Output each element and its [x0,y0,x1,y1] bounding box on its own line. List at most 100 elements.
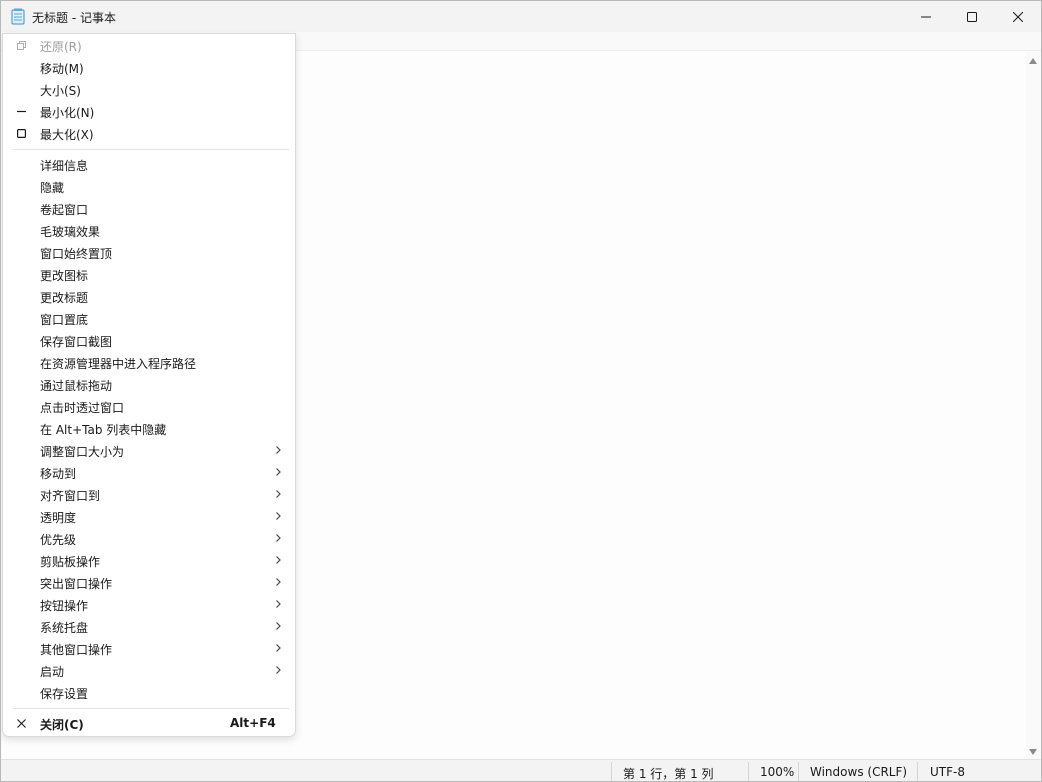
zoom-level[interactable]: 100% [760,765,794,779]
menu-item[interactable]: 突出窗口操作 [3,571,295,593]
chevron-right-icon [276,644,281,652]
restore-icon [15,39,27,51]
menu-item: 还原(R) [3,34,295,56]
vertical-scrollbar[interactable] [1026,51,1041,759]
maximize-button[interactable] [949,1,995,32]
menu-item-label: 调整窗口大小为 [40,445,125,459]
menu-item-label: 关闭(C) [40,718,84,732]
menu-item[interactable]: 点击时透过窗口 [3,395,295,417]
chevron-right-icon [276,468,281,476]
minimize-icon [921,16,931,17]
menu-item[interactable]: 隐藏 [3,175,295,197]
menu-item-label: 在 Alt+Tab 列表中隐藏 [40,423,167,437]
menu-item[interactable]: 保存窗口截图 [3,329,295,351]
close-icon [1013,11,1023,22]
chevron-right-icon [276,446,281,454]
maximize-icon [15,127,27,139]
menu-item-label: 移动(M) [40,62,84,76]
menu-item-label: 保存设置 [40,687,89,701]
menu-item[interactable]: 更改标题 [3,285,295,307]
menu-item-label: 点击时透过窗口 [40,401,125,415]
menu-item[interactable]: 启动 [3,659,295,681]
menu-item[interactable]: 在资源管理器中进入程序路径 [3,351,295,373]
close-button[interactable] [995,1,1041,32]
menu-item-label: 优先级 [40,533,77,547]
status-separator [917,762,918,781]
menu-item[interactable]: 按钮操作 [3,593,295,615]
menu-item-label: 剪贴板操作 [40,555,101,569]
menu-item-shortcut: Alt+F4 [230,716,276,730]
menu-item[interactable]: 最大化(X) [3,122,295,144]
menu-item[interactable]: 保存设置 [3,681,295,703]
status-separator [748,762,749,781]
menu-item[interactable]: 移动到 [3,461,295,483]
menu-item-label: 最小化(N) [40,106,95,120]
menu-separator [13,708,289,709]
menu-item-label: 毛玻璃效果 [40,225,101,239]
chevron-right-icon [276,556,281,564]
menu-item[interactable]: 对齐窗口到 [3,483,295,505]
menu-item-label: 更改标题 [40,291,89,305]
menu-item[interactable]: 透明度 [3,505,295,527]
menu-item[interactable]: 毛玻璃效果 [3,219,295,241]
menu-item-label: 最大化(X) [40,128,94,142]
menu-item-label: 保存窗口截图 [40,335,113,349]
menu-item[interactable]: 更改图标 [3,263,295,285]
title-bar[interactable]: 无标题 - 记事本 [1,1,1041,32]
line-ending[interactable]: Windows (CRLF) [810,765,907,779]
menu-item-label: 通过鼠标拖动 [40,379,113,393]
cursor-position: 第 1 行，第 1 列 [623,767,714,781]
menu-item[interactable]: 移动(M) [3,56,295,78]
maximize-icon [967,11,977,22]
menu-item[interactable]: 系统托盘 [3,615,295,637]
menu-item[interactable]: 大小(S) [3,78,295,100]
notepad-window: 无标题 - 记事本 第 1 行，第 1 列 100% Windows (CRLF… [0,0,1042,782]
menu-item[interactable]: 优先级 [3,527,295,549]
chevron-right-icon [276,578,281,586]
chevron-right-icon [276,490,281,498]
menu-item-label: 在资源管理器中进入程序路径 [40,357,197,371]
chevron-right-icon [276,622,281,630]
notepad-app-icon [11,8,25,25]
minimize-icon [15,105,27,117]
system-menu: 还原(R) 移动(M) 大小(S) 最小化(N) 最大化(X) 详细信息隐藏卷起窗口毛玻璃… [2,33,296,737]
menu-item[interactable]: 在 Alt+Tab 列表中隐藏 [3,417,295,439]
chevron-right-icon [276,600,281,608]
menu-item-label: 系统托盘 [40,621,89,635]
menu-item-label: 透明度 [40,511,77,525]
status-separator [798,762,799,781]
window-title: 无标题 - 记事本 [32,11,116,25]
scroll-down-arrow-icon[interactable] [1029,749,1037,755]
menu-item[interactable]: 调整窗口大小为 [3,439,295,461]
menu-item[interactable]: 窗口始终置顶 [3,241,295,263]
scroll-up-arrow-icon[interactable] [1029,58,1037,64]
minimize-button[interactable] [903,1,949,32]
menu-item-label: 移动到 [40,467,77,481]
menu-item[interactable]: 剪贴板操作 [3,549,295,571]
menu-item-label: 突出窗口操作 [40,577,113,591]
menu-item-label: 窗口始终置顶 [40,247,113,261]
menu-item[interactable]: 通过鼠标拖动 [3,373,295,395]
menu-item[interactable]: 详细信息 [3,153,295,175]
menu-item-label: 启动 [40,665,65,679]
menu-item-label: 按钮操作 [40,599,89,613]
menu-item-label: 窗口置底 [40,313,89,327]
encoding[interactable]: UTF-8 [930,765,965,779]
menu-item-label: 还原(R) [40,40,82,54]
menu-item[interactable]: 窗口置底 [3,307,295,329]
menu-item[interactable]: 其他窗口操作 [3,637,295,659]
menu-item[interactable]: 最小化(N) [3,100,295,122]
chevron-right-icon [276,666,281,674]
menu-item-label: 大小(S) [40,84,81,98]
menu-item-label: 隐藏 [40,181,65,195]
chevron-right-icon [276,512,281,520]
chevron-right-icon [276,534,281,542]
menu-item-label: 对齐窗口到 [40,489,101,503]
menu-item[interactable]: 卷起窗口 [3,197,295,219]
menu-item-label: 其他窗口操作 [40,643,113,657]
status-bar: 第 1 行，第 1 列 100% Windows (CRLF) UTF-8 [1,759,1041,781]
close-icon [15,717,27,729]
close-menu-item[interactable]: 关闭(C) Alt+F4 [3,712,295,734]
menu-item-label: 更改图标 [40,269,89,283]
menu-item-label: 详细信息 [40,159,89,173]
